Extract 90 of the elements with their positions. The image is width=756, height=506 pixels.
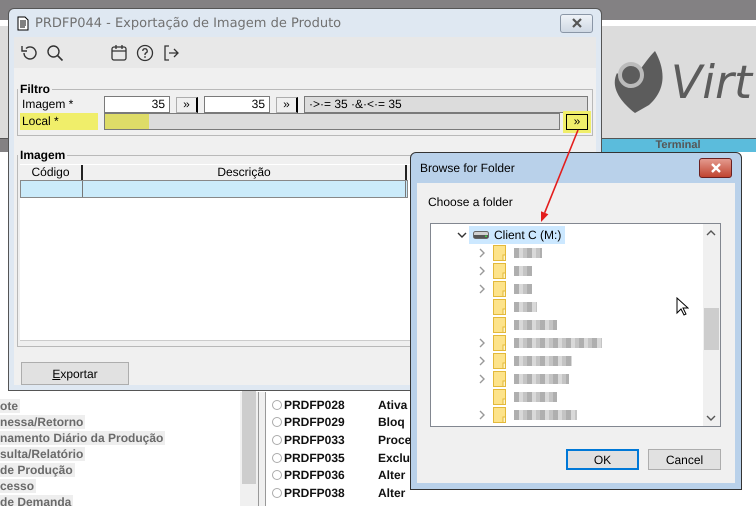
radio-button[interactable] — [272, 470, 282, 480]
undo-icon[interactable] — [20, 44, 38, 62]
close-button[interactable] — [699, 158, 732, 178]
close-button[interactable] — [560, 14, 593, 32]
folder-icon — [493, 263, 506, 279]
close-icon — [570, 18, 582, 28]
search-icon[interactable] — [46, 44, 64, 62]
menu-item[interactable]: nessa/Retorno — [0, 415, 86, 429]
scroll-down-icon[interactable] — [706, 415, 716, 421]
radio-button[interactable] — [272, 400, 282, 410]
program-description: Proce — [378, 432, 412, 447]
group-title: Filtro — [19, 82, 51, 96]
folder-icon — [493, 281, 506, 297]
radio-button[interactable] — [272, 452, 282, 463]
close-icon — [710, 163, 722, 173]
radio-button[interactable] — [272, 417, 282, 428]
blurred-label — [514, 302, 537, 312]
field-label: Imagem * — [21, 96, 74, 113]
scrollbar[interactable] — [240, 392, 258, 506]
program-code: PRDFP028 — [284, 398, 346, 412]
program-code: PRDFP029 — [284, 415, 346, 430]
dialog-button[interactable]: Cancel — [648, 449, 721, 470]
chevron-right-icon[interactable] — [479, 248, 485, 258]
folder-icon — [493, 389, 506, 405]
folder-icon — [493, 353, 506, 369]
chevron-right-icon[interactable] — [479, 338, 485, 348]
chevron-right-icon[interactable] — [479, 284, 485, 294]
folder-icon — [493, 299, 506, 315]
dialog-title: Browse for Folder — [420, 161, 516, 175]
chevron-right-icon[interactable] — [479, 374, 485, 384]
radio-button[interactable] — [272, 488, 282, 498]
blurred-label — [514, 392, 557, 402]
program-description: Exclu — [378, 450, 410, 465]
mouse-cursor-icon — [676, 297, 689, 317]
blurred-label — [514, 410, 577, 420]
tree-item[interactable]: Client C (M:) — [469, 226, 566, 244]
range-button[interactable]: » — [176, 96, 198, 112]
input-field[interactable]: 35 — [104, 96, 170, 113]
blurred-label — [514, 356, 572, 366]
blurred-label — [514, 266, 532, 276]
program-code: PRDFP035 — [284, 450, 346, 465]
program-description: Ativa — [378, 398, 408, 412]
blurred-label — [514, 248, 542, 258]
chevron-down-icon[interactable] — [457, 232, 467, 238]
logo-text: Virt — [670, 55, 752, 109]
folder-icon — [493, 371, 506, 387]
chevron-right-icon[interactable] — [479, 410, 485, 420]
pane-splitter[interactable] — [258, 392, 266, 506]
program-description: Alter — [378, 486, 406, 500]
export-button[interactable]: Exportar — [21, 362, 129, 385]
menu-item[interactable]: cesso — [0, 479, 36, 493]
dialog-prompt: Choose a folder — [427, 194, 514, 211]
chevron-right-icon[interactable] — [479, 356, 485, 366]
exit-icon[interactable] — [162, 44, 180, 62]
menu-item[interactable]: namento Diário da Produção — [0, 431, 166, 445]
help-icon[interactable] — [136, 44, 154, 62]
program-code: PRDFP038 — [284, 486, 346, 500]
program-description: Bloq — [378, 415, 405, 430]
dialog-button[interactable]: OK — [566, 449, 639, 470]
input-field[interactable] — [104, 113, 560, 130]
program-description: Alter — [378, 468, 406, 482]
document-icon — [17, 16, 29, 30]
drive-icon — [473, 231, 489, 239]
window-title: PRDFP044 - Exportação de Imagem de Produto — [35, 16, 342, 30]
scroll-thumb[interactable] — [704, 308, 719, 350]
range-button[interactable]: » — [276, 96, 298, 112]
radio-button[interactable] — [272, 434, 282, 445]
blurred-label — [514, 284, 532, 294]
program-code: PRDFP036 — [284, 468, 346, 482]
column-header: Terminal — [600, 139, 756, 152]
menu-item[interactable]: de Produção — [0, 463, 75, 477]
field-label: Local * — [20, 113, 98, 130]
folder-icon — [493, 407, 506, 423]
scroll-up-icon[interactable] — [706, 230, 716, 236]
folder-icon — [493, 335, 506, 351]
input-field[interactable]: 35 — [204, 96, 270, 113]
blurred-label — [514, 320, 557, 330]
expression-field: ·>·= 35 ·&·<·= 35 — [304, 96, 588, 113]
calendar-icon[interactable] — [110, 44, 128, 62]
menu-item[interactable]: de Demanda — [0, 495, 74, 506]
group-title: Imagem — [19, 148, 66, 162]
program-code: PRDFP033 — [284, 432, 346, 447]
folder-icon — [493, 317, 506, 333]
blurred-label — [514, 374, 569, 384]
folder-icon — [493, 245, 506, 261]
menu-item[interactable]: sulta/Relatório — [0, 447, 86, 461]
menu-item[interactable]: ote — [0, 399, 20, 413]
scrollbar[interactable] — [703, 224, 720, 426]
chevron-right-icon[interactable] — [479, 266, 485, 276]
table-row[interactable] — [20, 180, 408, 198]
